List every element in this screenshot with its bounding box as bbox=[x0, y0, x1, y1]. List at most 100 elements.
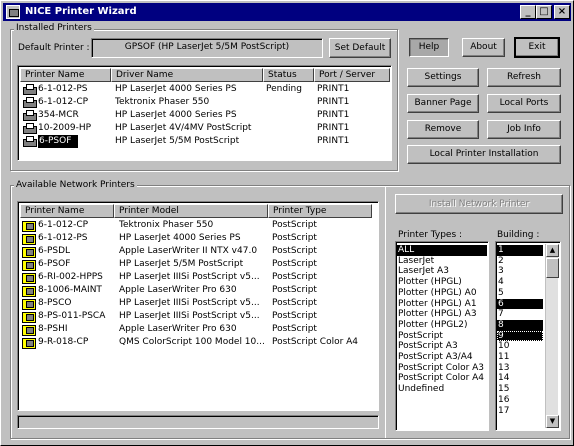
network-printer-row[interactable]: 6-RI-002-HPPS HP LaserJet IIISi PostScri… bbox=[20, 271, 376, 284]
network-printer-row[interactable]: 8-PSHI Apple LaserWriter Pro 630 PostScr… bbox=[20, 323, 376, 336]
building-item[interactable]: 1 bbox=[497, 245, 543, 256]
installed-printer-row[interactable]: 6-1-012-PS HP LaserJet 4000 Series PS Pe… bbox=[20, 83, 390, 96]
building-item[interactable]: 13 bbox=[497, 363, 543, 374]
printer-type-item[interactable]: LaserJet bbox=[397, 256, 487, 267]
network-printer-row[interactable]: 6-1-012-CP Tektronix Phaser 550 PostScri… bbox=[20, 219, 376, 232]
column-header-driver-name[interactable]: Driver Name bbox=[111, 68, 263, 82]
install-network-printer-button[interactable]: Install Network Printer bbox=[395, 194, 563, 214]
printer-type-item[interactable]: Plotter (HPGL) A3 bbox=[397, 309, 487, 320]
printer-port: PRINT1 bbox=[317, 84, 350, 94]
building-item[interactable]: 16 bbox=[497, 395, 543, 406]
building-item[interactable]: 3 bbox=[497, 266, 543, 277]
column-header-printer-name[interactable]: Printer Name bbox=[20, 204, 114, 218]
column-header-printer-name[interactable]: Printer Name bbox=[20, 68, 111, 82]
network-printer-icon bbox=[22, 220, 36, 232]
network-printer-row[interactable]: 8-PS-011-PSCA HP LaserJet IIISi PostScri… bbox=[20, 310, 376, 323]
building-item[interactable]: 6 bbox=[497, 298, 543, 310]
building-item[interactable]: 4 bbox=[497, 277, 543, 288]
printer-name: 6-1-012-PS bbox=[38, 84, 88, 94]
printer-model: Tektronix Phaser 550 bbox=[119, 220, 214, 230]
settings-button[interactable]: Settings bbox=[407, 68, 479, 87]
installed-printer-row[interactable]: 6-PSOF HP LaserJet 5/5M PostScript PRINT… bbox=[20, 135, 390, 148]
printer-types-list[interactable]: ALL LaserJet LaserJet A3 Plotter (HPGL) … bbox=[395, 241, 489, 431]
driver-name: HP LaserJet 4000 Series PS bbox=[115, 84, 237, 94]
printer-app-icon[interactable] bbox=[6, 5, 20, 19]
printer-model: HP LaserJet 5/5M PostScript bbox=[119, 259, 244, 269]
printer-type-item[interactable]: Plotter (HPGL) A0 bbox=[397, 288, 487, 299]
printer-name: 8-1006-MAINT bbox=[38, 285, 102, 295]
building-item[interactable]: 11 bbox=[497, 352, 543, 363]
about-button[interactable]: About bbox=[462, 38, 505, 57]
building-item[interactable]: 8 bbox=[497, 319, 543, 331]
column-header-printer-model[interactable]: Printer Model bbox=[114, 204, 268, 218]
printer-model: HP LaserJet 4000 Series PS bbox=[119, 233, 241, 243]
printer-model: HP LaserJet IIISi PostScript v5... bbox=[119, 311, 260, 321]
building-scrollbar[interactable]: ▲ ▼ bbox=[545, 244, 559, 428]
building-item[interactable]: 15 bbox=[497, 384, 543, 395]
network-printer-icon bbox=[22, 311, 36, 323]
building-item[interactable]: 14 bbox=[497, 373, 543, 384]
building-list[interactable]: 1 2 3 4 5 6 7 8 9 10 11 13 14 15 16 17 ▲… bbox=[495, 241, 561, 431]
building-item[interactable]: 9 bbox=[497, 330, 543, 342]
printer-types-label: Printer Types : bbox=[398, 230, 463, 240]
building-item[interactable]: 7 bbox=[497, 309, 543, 320]
building-item[interactable]: 17 bbox=[497, 406, 543, 417]
installed-printer-row[interactable]: 10-2009-HP HP LaserJet 4V/4MV PostScript… bbox=[20, 122, 390, 135]
printer-type-item[interactable]: PostScript Color A4 bbox=[397, 373, 487, 384]
network-printer-row[interactable]: 8-1006-MAINT Apple LaserWriter Pro 630 P… bbox=[20, 284, 376, 297]
column-header-port-server[interactable]: Port / Server bbox=[314, 68, 390, 82]
installed-printer-row[interactable]: 354-MCR HP LaserJet 4000 Series PS PRINT… bbox=[20, 109, 390, 122]
printer-type-item[interactable]: LaserJet A3 bbox=[397, 266, 487, 277]
network-printer-row[interactable]: 8-PSCO HP LaserJet IIISi PostScript v5..… bbox=[20, 297, 376, 310]
network-printer-row[interactable]: 6-1-012-PS HP LaserJet 4000 Series PS Po… bbox=[20, 232, 376, 245]
printer-type: PostScript Color A4 bbox=[272, 337, 359, 347]
printer-type-item[interactable]: Plotter (HPGL2) bbox=[397, 320, 487, 331]
title-bar[interactable]: NICE Printer Wizard _ □ × bbox=[3, 3, 571, 21]
network-printers-list[interactable]: Printer Name Printer Model Printer Type … bbox=[17, 201, 379, 411]
installed-printers-list[interactable]: Printer Name Driver Name Status Port / S… bbox=[17, 65, 392, 161]
installed-printer-row[interactable]: 6-1-012-CP Tektronix Phaser 550 PRINT1 bbox=[20, 96, 390, 109]
scroll-up-arrow-icon[interactable]: ▲ bbox=[546, 244, 559, 257]
building-item[interactable]: 2 bbox=[497, 256, 543, 267]
printer-type-item[interactable]: PostScript A3/A4 bbox=[397, 352, 487, 363]
column-header-printer-type[interactable]: Printer Type bbox=[268, 204, 372, 218]
printer-icon bbox=[22, 97, 37, 108]
close-button[interactable]: × bbox=[554, 5, 570, 19]
printer-type-item[interactable]: ALL bbox=[397, 245, 487, 256]
printer-name: 10-2009-HP bbox=[38, 123, 92, 133]
printer-type-item[interactable]: Plotter (HPGL) A1 bbox=[397, 299, 487, 310]
help-button[interactable]: Help bbox=[409, 38, 449, 57]
maximize-button[interactable]: □ bbox=[536, 5, 552, 19]
column-header-status[interactable]: Status bbox=[263, 68, 314, 82]
network-printer-row[interactable]: 6-PSDL Apple LaserWriter II NTX v47.0 Po… bbox=[20, 245, 376, 258]
printer-type-item[interactable]: PostScript bbox=[397, 331, 487, 342]
job-info-button[interactable]: Job Info bbox=[487, 120, 561, 139]
local-ports-button[interactable]: Local Ports bbox=[487, 94, 561, 113]
printer-type-item[interactable]: Undefined bbox=[397, 384, 487, 395]
scroll-down-arrow-icon[interactable]: ▼ bbox=[546, 415, 559, 428]
network-printer-row[interactable]: 9-R-018-CP QMS ColorScript 100 Model 10.… bbox=[20, 336, 376, 349]
printer-type: PostScript bbox=[272, 324, 317, 334]
set-default-button[interactable]: Set Default bbox=[329, 38, 391, 58]
printer-type-item[interactable]: Plotter (HPGL) bbox=[397, 277, 487, 288]
remove-button[interactable]: Remove bbox=[407, 120, 479, 139]
building-item[interactable]: 10 bbox=[497, 341, 543, 352]
building-label: Building : bbox=[497, 230, 540, 240]
building-item[interactable]: 5 bbox=[497, 288, 543, 299]
printer-type-item[interactable]: PostScript A3 bbox=[397, 341, 487, 352]
printer-model: QMS ColorScript 100 Model 10... bbox=[119, 337, 265, 347]
local-printer-installation-button[interactable]: Local Printer Installation bbox=[407, 145, 561, 164]
network-printer-row[interactable]: 6-PSOF HP LaserJet 5/5M PostScript PostS… bbox=[20, 258, 376, 271]
refresh-button[interactable]: Refresh bbox=[487, 68, 561, 87]
banner-page-button[interactable]: Banner Page bbox=[407, 94, 479, 113]
scroll-thumb[interactable] bbox=[546, 258, 559, 278]
default-printer-field: GPSOF (HP LaserJet 5/5M PostScript) bbox=[91, 38, 323, 58]
printer-name: 9-R-018-CP bbox=[38, 337, 89, 347]
minimize-button[interactable]: _ bbox=[520, 5, 536, 19]
printer-icon bbox=[22, 136, 37, 147]
exit-button[interactable]: Exit bbox=[514, 37, 560, 58]
driver-name: HP LaserJet 4000 Series PS bbox=[115, 110, 237, 120]
printer-name: 6-1-012-PS bbox=[38, 233, 88, 243]
printer-type-item[interactable]: PostScript Color A3 bbox=[397, 363, 487, 374]
printer-name: 8-PSHI bbox=[38, 324, 68, 334]
